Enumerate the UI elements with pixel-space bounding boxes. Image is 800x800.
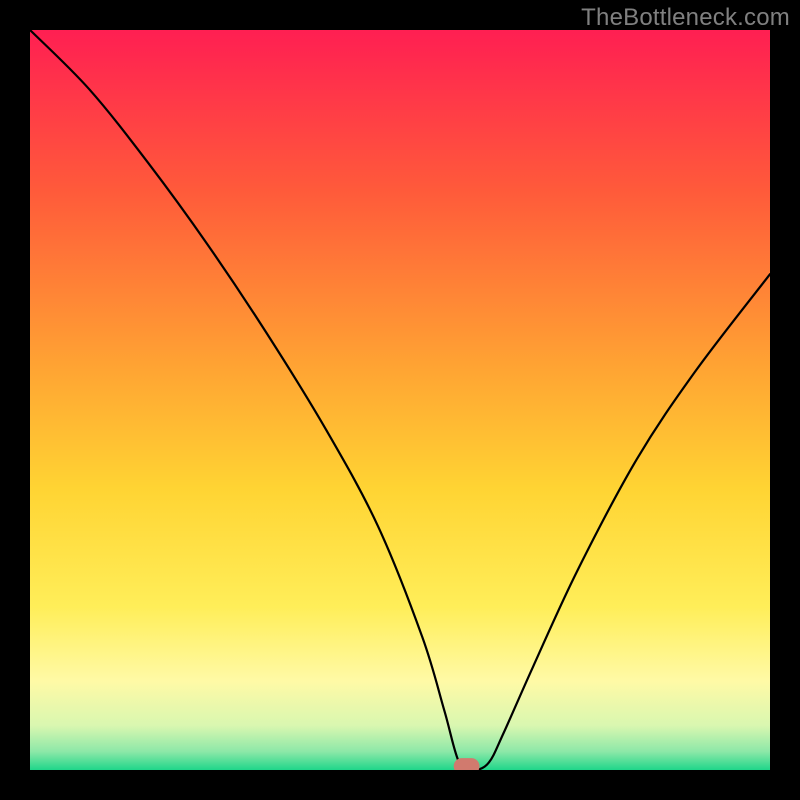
chart-container: TheBottleneck.com xyxy=(0,0,800,800)
plot-area xyxy=(30,30,770,770)
watermark-text: TheBottleneck.com xyxy=(581,4,790,32)
optimal-marker xyxy=(454,758,480,770)
chart-background xyxy=(30,30,770,770)
chart-svg xyxy=(30,30,770,770)
